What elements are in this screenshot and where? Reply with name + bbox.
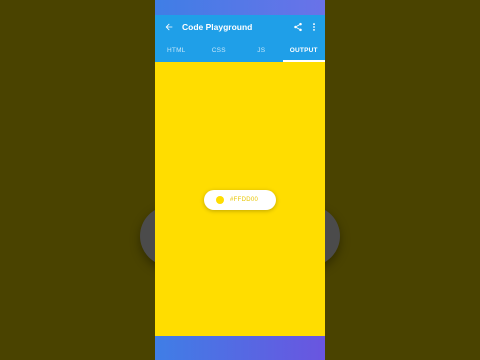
tab-bar: HTML CSS JS OUTPUT (155, 39, 325, 62)
share-icon (294, 22, 302, 32)
arrow-left-icon (165, 23, 173, 31)
phone-screen: Code Playground HTML CSS JS OUTPUT #FFDD… (155, 0, 325, 360)
status-bar (155, 0, 325, 15)
share-button[interactable] (290, 15, 306, 39)
video-frame: Code Playground HTML CSS JS OUTPUT #FFDD… (0, 0, 480, 360)
color-hex-label: #FFDD00 (230, 197, 259, 203)
navigation-bar (155, 336, 325, 360)
tab-output[interactable]: OUTPUT (282, 39, 326, 62)
app-bar: Code Playground (155, 15, 325, 39)
color-swatch (216, 196, 224, 204)
output-preview: #FFDD00 (155, 62, 325, 336)
more-vertical-icon (313, 23, 315, 31)
back-button[interactable] (158, 15, 180, 39)
color-chip[interactable]: #FFDD00 (204, 190, 276, 210)
tab-html[interactable]: HTML (155, 39, 198, 62)
app-title: Code Playground (182, 22, 253, 32)
tab-js[interactable]: JS (240, 39, 283, 62)
more-options-button[interactable] (306, 15, 322, 39)
tab-css[interactable]: CSS (198, 39, 241, 62)
